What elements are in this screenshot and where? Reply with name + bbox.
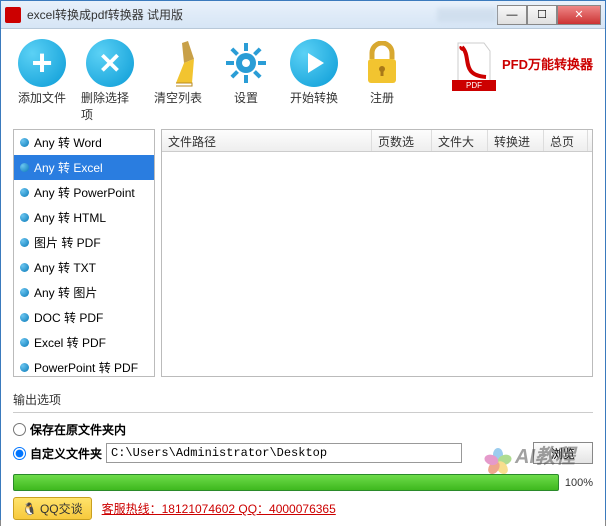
file-table: 文件路径页数选择文件大小转换进度总页数	[161, 129, 593, 377]
sidebar-item-1[interactable]: Any 转 Excel	[14, 155, 154, 180]
progress-percent: 100%	[565, 477, 593, 489]
bullet-icon	[20, 163, 29, 172]
bullet-icon	[20, 338, 29, 347]
window-controls: — ☐ ✕	[497, 5, 601, 25]
app-icon	[5, 7, 21, 23]
logo-area: PDF PFD万能转换器	[452, 39, 593, 87]
sidebar-item-label: PowerPoint 转 PDF	[34, 359, 138, 376]
sidebar-item-4[interactable]: 图片 转 PDF	[14, 230, 154, 255]
column-header[interactable]: 文件路径	[162, 130, 372, 151]
clear-list-button[interactable]: 清空列表	[149, 39, 207, 106]
lock-icon	[358, 39, 406, 87]
x-icon	[86, 39, 134, 87]
progress-bar	[13, 474, 559, 491]
window-title: excel转换成pdf转换器 试用版	[27, 6, 433, 23]
register-button[interactable]: 注册	[353, 39, 411, 106]
plus-icon	[18, 39, 66, 87]
bullet-icon	[20, 263, 29, 272]
pdf-logo-icon: PDF	[452, 39, 496, 87]
column-header[interactable]: 总页数	[544, 130, 588, 151]
format-sidebar: Any 转 Word Any 转 Excel Any 转 PowerPoint Any…	[13, 129, 155, 377]
qq-chat-button[interactable]: QQ交谈	[13, 497, 92, 520]
table-header: 文件路径页数选择文件大小转换进度总页数	[162, 130, 592, 152]
toolbar: 添加文件 删除选择项 清空列表 设置 开始转换	[13, 37, 593, 129]
bullet-icon	[20, 363, 29, 372]
logo-text: PFD万能转换器	[502, 54, 593, 73]
column-header[interactable]: 页数选择	[372, 130, 432, 151]
column-header[interactable]: 文件大小	[432, 130, 488, 151]
sidebar-item-5[interactable]: Any 转 TXT	[14, 255, 154, 280]
titlebar: excel转换成pdf转换器 试用版 — ☐ ✕	[1, 1, 605, 29]
sidebar-item-label: Any 转 HTML	[34, 209, 106, 226]
sidebar-item-0[interactable]: Any 转 Word	[14, 130, 154, 155]
footer-row: QQ交谈 客服热线：18121074602 QQ：4000076365	[13, 497, 593, 520]
sidebar-item-label: 图片 转 PDF	[34, 234, 101, 251]
qq-label: QQ交谈	[40, 500, 83, 517]
save-same-folder-option[interactable]: 保存在原文件夹内	[13, 419, 593, 440]
close-button[interactable]: ✕	[557, 5, 601, 25]
bullet-icon	[20, 288, 29, 297]
sidebar-item-7[interactable]: DOC 转 PDF	[14, 305, 154, 330]
radio-same-folder[interactable]	[13, 423, 26, 436]
minimize-button[interactable]: —	[497, 5, 527, 25]
custom-folder-label: 自定义文件夹	[30, 445, 102, 462]
output-path-input[interactable]	[106, 443, 462, 463]
sidebar-item-2[interactable]: Any 转 PowerPoint	[14, 180, 154, 205]
progress-row: 100%	[13, 474, 593, 491]
custom-folder-option[interactable]: 自定义文件夹 浏览	[13, 440, 593, 466]
sidebar-item-8[interactable]: Excel 转 PDF	[14, 330, 154, 355]
title-blur	[437, 8, 497, 22]
maximize-button[interactable]: ☐	[527, 5, 557, 25]
bullet-icon	[20, 138, 29, 147]
remove-label: 删除选择项	[81, 89, 139, 123]
sidebar-item-6[interactable]: Any 转 图片	[14, 280, 154, 305]
main-area: Any 转 Word Any 转 Excel Any 转 PowerPoint Any…	[13, 129, 593, 377]
sidebar-item-label: Any 转 图片	[34, 284, 97, 301]
gear-icon	[222, 39, 270, 87]
bullet-icon	[20, 213, 29, 222]
sidebar-item-label: DOC 转 PDF	[34, 309, 103, 326]
sidebar-item-label: Any 转 Excel	[34, 159, 103, 176]
column-header[interactable]: 转换进度	[488, 130, 544, 151]
settings-label: 设置	[234, 89, 258, 106]
sidebar-item-label: Any 转 Word	[34, 134, 102, 151]
settings-button[interactable]: 设置	[217, 39, 275, 106]
pdf-bar-label: PDF	[452, 80, 496, 91]
sidebar-item-label: Any 转 TXT	[34, 259, 96, 276]
add-file-label: 添加文件	[18, 89, 66, 106]
start-convert-button[interactable]: 开始转换	[285, 39, 343, 106]
table-body	[162, 152, 592, 376]
output-section: 输出选项 保存在原文件夹内 自定义文件夹 浏览	[13, 387, 593, 466]
bullet-icon	[20, 313, 29, 322]
sidebar-item-label: Any 转 PowerPoint	[34, 184, 135, 201]
hotline-link[interactable]: 客服热线：18121074602 QQ：4000076365	[102, 500, 336, 517]
register-label: 注册	[370, 89, 394, 106]
sidebar-item-label: Excel 转 PDF	[34, 334, 106, 351]
sidebar-item-3[interactable]: Any 转 HTML	[14, 205, 154, 230]
brush-icon	[154, 39, 202, 87]
remove-selected-button[interactable]: 删除选择项	[81, 39, 139, 123]
browse-button[interactable]: 浏览	[533, 442, 593, 464]
clear-label: 清空列表	[154, 89, 202, 106]
play-icon	[290, 39, 338, 87]
same-folder-label: 保存在原文件夹内	[30, 421, 126, 438]
bullet-icon	[20, 188, 29, 197]
bullet-icon	[20, 238, 29, 247]
content-area: 添加文件 删除选择项 清空列表 设置 开始转换	[1, 29, 605, 526]
add-file-button[interactable]: 添加文件	[13, 39, 71, 106]
output-title: 输出选项	[13, 387, 593, 413]
radio-custom-folder[interactable]	[13, 447, 26, 460]
app-window: excel转换成pdf转换器 试用版 — ☐ ✕ 添加文件 删除选择项 清空列表	[0, 0, 606, 520]
start-label: 开始转换	[290, 89, 338, 106]
sidebar-item-9[interactable]: PowerPoint 转 PDF	[14, 355, 154, 377]
